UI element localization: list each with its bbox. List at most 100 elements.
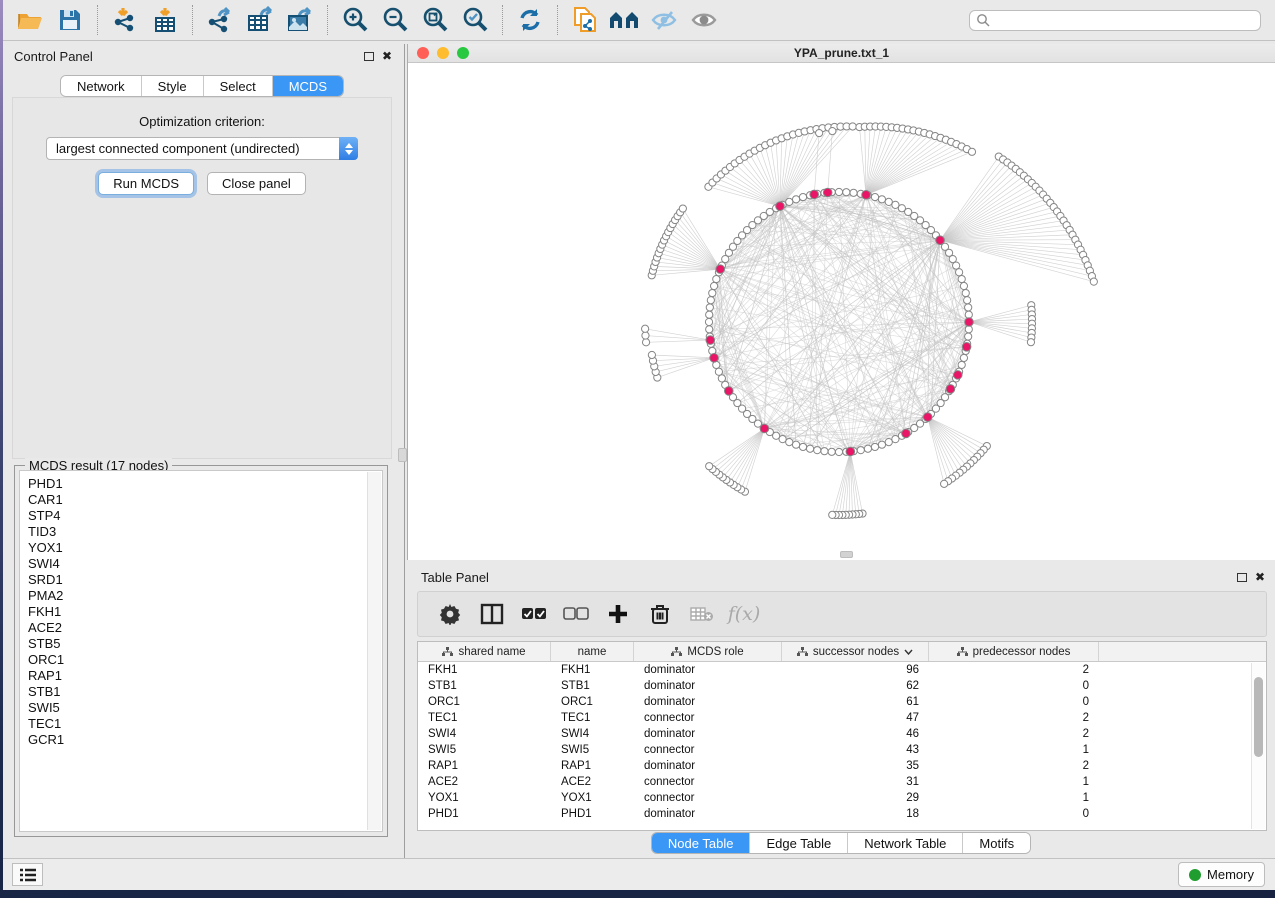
table-row[interactable]: SWI4SWI4dominator462: [418, 726, 1266, 742]
show-all-button[interactable]: [688, 4, 722, 36]
mcds-hub-node[interactable]: [962, 343, 971, 352]
ring-node[interactable]: [965, 333, 972, 340]
close-table-panel-icon[interactable]: ✖: [1255, 571, 1265, 583]
leaf-node[interactable]: [642, 332, 649, 339]
table-row[interactable]: PHD1PHD1dominator180: [418, 806, 1266, 822]
ring-node[interactable]: [709, 289, 716, 296]
fit-content-button[interactable]: [418, 4, 452, 36]
table-tab-edge-table[interactable]: Edge Table: [750, 833, 848, 853]
select-all-columns-button[interactable]: [520, 599, 548, 629]
mcds-result-scrollbar[interactable]: [367, 472, 381, 830]
import-network-button[interactable]: [108, 4, 142, 36]
function-builder-button[interactable]: f(x): [730, 599, 758, 629]
tab-select[interactable]: Select: [204, 76, 273, 96]
ring-node[interactable]: [964, 297, 971, 304]
ring-node[interactable]: [786, 439, 793, 446]
ring-node[interactable]: [885, 198, 892, 205]
memory-button[interactable]: Memory: [1178, 862, 1265, 887]
optimization-criterion-select[interactable]: largest connected component (undirected): [46, 137, 358, 160]
ring-node[interactable]: [786, 198, 793, 205]
table-scrollbar[interactable]: [1251, 663, 1265, 829]
mcds-hub-node[interactable]: [846, 447, 855, 456]
ring-node[interactable]: [962, 289, 969, 296]
delete-column-button[interactable]: [646, 599, 674, 629]
mcds-hub-node[interactable]: [923, 413, 932, 422]
ring-node[interactable]: [806, 445, 813, 452]
table-row[interactable]: TEC1TEC1connector472: [418, 710, 1266, 726]
ring-node[interactable]: [799, 443, 806, 450]
mcds-hub-node[interactable]: [724, 387, 733, 396]
leaf-node[interactable]: [1090, 278, 1097, 285]
status-menu-button[interactable]: [12, 863, 43, 886]
table-row[interactable]: ACE2ACE2connector311: [418, 774, 1266, 790]
leaf-node[interactable]: [706, 463, 713, 470]
mcds-hub-node[interactable]: [810, 190, 819, 199]
horizontal-splitter-handle[interactable]: [840, 551, 853, 558]
leaf-node[interactable]: [648, 351, 655, 358]
ring-node[interactable]: [965, 304, 972, 311]
zoom-out-button[interactable]: [378, 4, 412, 36]
ring-node[interactable]: [835, 188, 842, 195]
ring-node[interactable]: [850, 189, 857, 196]
close-panel-button[interactable]: Close panel: [207, 172, 306, 195]
export-image-button[interactable]: [283, 4, 317, 36]
mcds-hub-node[interactable]: [760, 424, 769, 433]
leaf-node[interactable]: [941, 480, 948, 487]
hide-selected-button[interactable]: [648, 4, 682, 36]
leaf-node[interactable]: [968, 148, 975, 155]
leaf-node[interactable]: [829, 511, 836, 518]
leaf-node[interactable]: [829, 128, 836, 135]
table-row[interactable]: STB1STB1dominator620: [418, 678, 1266, 694]
tab-mcds[interactable]: MCDS: [273, 76, 343, 96]
ring-node[interactable]: [828, 448, 835, 455]
tab-style[interactable]: Style: [142, 76, 204, 96]
mcds-hub-node[interactable]: [706, 336, 715, 345]
ring-node[interactable]: [956, 269, 963, 276]
ring-node[interactable]: [707, 297, 714, 304]
leaf-node[interactable]: [816, 129, 823, 136]
mcds-hub-node[interactable]: [862, 191, 871, 200]
leaf-node[interactable]: [679, 205, 686, 212]
ring-node[interactable]: [705, 318, 712, 325]
ring-node[interactable]: [960, 354, 967, 361]
network-window-titlebar[interactable]: YPA_prune.txt_1: [408, 44, 1275, 63]
mcds-hub-node[interactable]: [953, 371, 962, 380]
export-network-button[interactable]: [203, 4, 237, 36]
ring-node[interactable]: [958, 275, 965, 282]
ring-node[interactable]: [885, 439, 892, 446]
table-scrollbar-thumb[interactable]: [1254, 677, 1263, 757]
ring-node[interactable]: [857, 447, 864, 454]
first-neighbors-button[interactable]: [608, 4, 642, 36]
table-tab-node-table[interactable]: Node Table: [652, 833, 751, 853]
ring-node[interactable]: [715, 368, 722, 375]
ring-node[interactable]: [953, 262, 960, 269]
column-header-name[interactable]: name: [551, 642, 634, 661]
ring-node[interactable]: [713, 275, 720, 282]
ring-node[interactable]: [799, 193, 806, 200]
network-graph[interactable]: [408, 63, 1275, 560]
ring-node[interactable]: [871, 193, 878, 200]
import-table-button[interactable]: [148, 4, 182, 36]
table-tab-network-table[interactable]: Network Table: [848, 833, 963, 853]
ring-node[interactable]: [706, 311, 713, 318]
mcds-hub-node[interactable]: [965, 318, 974, 327]
network-canvas[interactable]: [408, 63, 1275, 560]
float-table-panel-icon[interactable]: [1237, 573, 1247, 582]
ring-node[interactable]: [864, 445, 871, 452]
open-file-button[interactable]: [13, 4, 47, 36]
table-row[interactable]: SWI5SWI5connector431: [418, 742, 1266, 758]
column-header-successor-nodes[interactable]: successor nodes: [782, 642, 929, 661]
table-row[interactable]: YOX1YOX1connector291: [418, 790, 1266, 806]
refresh-layout-button[interactable]: [513, 4, 547, 36]
ring-node[interactable]: [835, 448, 842, 455]
column-header-shared-name[interactable]: shared name: [418, 642, 551, 661]
mcds-hub-node[interactable]: [936, 236, 945, 245]
table-tab-motifs[interactable]: Motifs: [963, 833, 1030, 853]
run-mcds-button[interactable]: Run MCDS: [98, 172, 194, 195]
minimize-window-icon[interactable]: [437, 47, 449, 59]
ring-node[interactable]: [843, 189, 850, 196]
ring-node[interactable]: [892, 436, 899, 443]
zoom-in-button[interactable]: [338, 4, 372, 36]
mcds-hub-node[interactable]: [710, 354, 719, 363]
ring-node[interactable]: [871, 443, 878, 450]
